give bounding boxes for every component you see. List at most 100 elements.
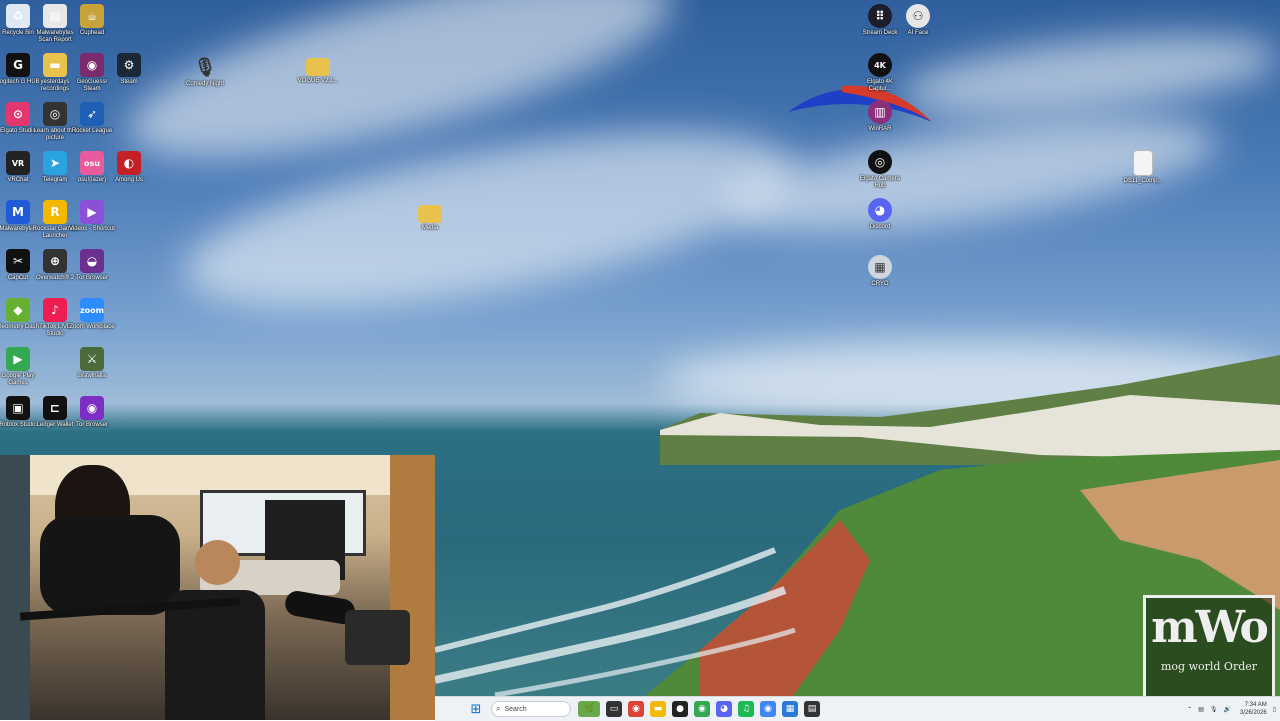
taskbar: ⊞ ⌕ Search 🌿 ▭ ◉ ▬ ● ◉ ◕ ♫ ◉ ▦ ▤ ⌃ ▤ 🎙 🔊 7:34 AM … (435, 696, 1280, 721)
desktop-icon-vogue[interactable]: VOGUE V2.1... (295, 55, 341, 85)
sticky-notes-icon[interactable]: ▤ (804, 701, 820, 717)
among-us-icon: ◐ (117, 151, 141, 175)
desktop-icon-label: Cuphead (79, 30, 105, 36)
person-right-head (195, 540, 240, 585)
desktop-icon[interactable]: ◎ Elgato Camera Hub (857, 150, 903, 190)
widgets-icon[interactable]: 🌿 (578, 701, 600, 717)
clock[interactable]: 7:34 AM 3/26/2026 (1240, 701, 1267, 717)
desktop-icon-label: Elgato Camera Hub (859, 176, 901, 189)
desktop-icon[interactable]: ▦ CRYO (857, 255, 903, 288)
google-play-games-icon: ▶ (6, 347, 30, 371)
folder-icon (418, 205, 442, 223)
desktop-icon[interactable]: ◒ Tor Browser (69, 249, 115, 282)
discord-taskbar-icon[interactable]: ◕ (716, 701, 732, 717)
tor-browser-icon: ◉ (80, 396, 104, 420)
desktop-icon[interactable]: ◐ Among Us (106, 151, 152, 184)
notification-icon[interactable]: ▯ (1273, 706, 1276, 713)
discord-icon: ◕ (868, 198, 892, 222)
chrome-profile-icon[interactable]: ◉ (694, 701, 710, 717)
desktop-icon[interactable]: ⚙ Steam (106, 53, 152, 86)
task-view-icon[interactable]: ▭ (606, 701, 622, 717)
desktop-icon[interactable]: ▶ Videos - Shortcut (69, 200, 115, 233)
desktop-icon[interactable]: zoom Zoom Workplace (69, 298, 115, 331)
document-icon (1133, 150, 1153, 176)
mic-icon[interactable]: 🎙 (1210, 706, 1218, 713)
calculator-icon[interactable]: ▦ (782, 701, 798, 717)
desktop-icon[interactable]: ☕ Cuphead (69, 4, 115, 37)
malwarebytes-icon: M (6, 200, 30, 224)
monitor (345, 610, 410, 665)
desktop-icon[interactable]: ▥ WinRAR (857, 100, 903, 133)
desktop-icon-label: Rocket League (71, 128, 113, 134)
desktop-icon-label: Tor Browser (75, 275, 108, 281)
white-cliffs (660, 355, 1280, 465)
brawlhalla-icon: ⚔ (80, 347, 104, 371)
desktop-icon-label: Steam (120, 79, 138, 85)
system-tray: ⌃ ▤ 🎙 🔊 7:34 AM 3/26/2026 ▯ (1184, 697, 1276, 721)
vrchat-icon: VR (6, 151, 30, 175)
desktop-icon[interactable]: 4K Elgato 4K Captur... (857, 53, 903, 93)
desktop-icon-label: Tor Browser (75, 422, 108, 428)
desktop-icon[interactable]: ➶ Rocket League (69, 102, 115, 135)
desktop-icon-label: Discord (869, 224, 891, 230)
left-wall (0, 455, 30, 720)
wood-wall (390, 455, 435, 720)
cloud (897, 20, 1280, 130)
elgato-4k-icon: 4K (868, 53, 892, 77)
winrar-icon: ▥ (868, 100, 892, 124)
desktop-icon[interactable]: ▶ Google Play Games (0, 347, 41, 387)
watermark-logo: mWo mog world Order (1143, 595, 1275, 699)
desktop-icon-label: Elgato 4K Captur... (866, 79, 894, 92)
osu-icon: osu (80, 151, 104, 175)
desktop-icon[interactable]: ⚇ AI Face (895, 4, 941, 37)
desktop-icon-label: Zoom Workplace (69, 324, 115, 330)
capcut-icon: ✂ (6, 249, 30, 273)
file-explorer-icon[interactable]: ▬ (650, 701, 666, 717)
steam-icon: ⚙ (117, 53, 141, 77)
zoom-icon: zoom (80, 298, 104, 322)
volume-icon[interactable]: 🔊 (1224, 706, 1231, 713)
network-icon[interactable]: ▤ (1198, 706, 1204, 713)
obs-icon[interactable]: ● (672, 701, 688, 717)
geometry-dash-icon: ◆ (6, 298, 30, 322)
cuphead-icon: ☕ (80, 4, 104, 28)
rocket-league-icon: ➶ (80, 102, 104, 126)
document-icon: ▤ (43, 4, 67, 28)
desktop-icon-label: CRYO (871, 281, 889, 287)
spotify-icon[interactable]: ♫ (738, 701, 754, 717)
desktop-icon[interactable]: ⚔ Brawlhalla (69, 347, 115, 380)
recycle-bin-icon: ♻ (6, 4, 30, 28)
geoguessr-icon: ◉ (80, 53, 104, 77)
rockstar-icon: R (43, 200, 67, 224)
ledger-wallet-icon: ⊏ (43, 396, 67, 420)
desktop-icon[interactable]: ◕ Discord (857, 198, 903, 231)
search-placeholder: Search (504, 705, 527, 713)
desktop-icon-label: Brawlhalla (78, 373, 106, 379)
sea-waves (435, 547, 796, 698)
overwatch-icon: ⊕ (43, 249, 67, 273)
tiktok-icon: ♪ (43, 298, 67, 322)
telegram-icon: ➤ (43, 151, 67, 175)
start-button[interactable]: ⊞ (468, 701, 484, 717)
desktop-icon-label: Videos - Shortcut (69, 226, 115, 232)
desktop-icon[interactable]: ◉ Tor Browser (69, 396, 115, 429)
desktop-icon-label: Google Play Games (1, 373, 35, 386)
desktop-icon-media[interactable]: Media (407, 202, 453, 232)
desktop-icon-label: Among Us (114, 177, 143, 183)
folder-icon (306, 58, 330, 76)
ai-face-icon: ⚇ (906, 4, 930, 28)
chrome-icon[interactable]: ◉ (628, 701, 644, 717)
desktop-icon-label: AI Face (907, 30, 929, 36)
folder-icon: ▬ (43, 53, 67, 77)
desktop-icon-ds11[interactable]: DS11_Comp... (1120, 150, 1166, 185)
chrome-alt-icon[interactable]: ◉ (760, 701, 776, 717)
desktop-icon-comedy-night[interactable]: 🎙 Comedy Night (182, 55, 228, 88)
roblox-studio-icon: ▣ (6, 396, 30, 420)
cryo-icon: ▦ (868, 255, 892, 279)
elgato-studio-icon: ⊙ (6, 102, 30, 126)
chevron-up-icon[interactable]: ⌃ (1187, 706, 1192, 713)
search-box[interactable]: ⌕ Search (491, 701, 571, 717)
person-left-body (40, 515, 180, 615)
elgato-camera-icon: ◎ (868, 150, 892, 174)
desktop-icon-label: WinRAR (868, 126, 892, 132)
